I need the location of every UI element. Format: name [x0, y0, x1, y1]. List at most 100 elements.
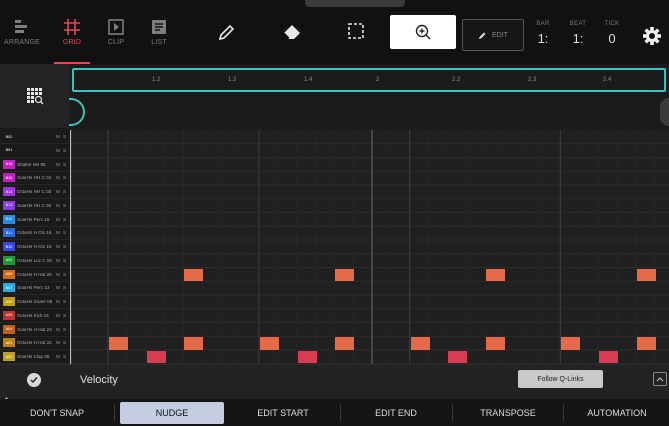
select-tool-button[interactable]: [341, 16, 371, 46]
tab-arrange[interactable]: ARRANGE: [0, 14, 44, 62]
track-row[interactable]: B15 SoarHs HH C 04 M S: [0, 171, 70, 186]
track-row[interactable]: B16 Shaker Mn 86 M S: [0, 158, 70, 172]
mute-toggle[interactable]: M: [56, 217, 61, 222]
note-event[interactable]: [410, 337, 430, 350]
track-row[interactable]: B14 OctaHs HH C 03 M S: [0, 185, 70, 199]
mute-toggle[interactable]: M: [56, 327, 61, 332]
lane-select-icon[interactable]: [27, 373, 41, 387]
track-row[interactable]: B11 OctaHs H Clo 16 M S: [0, 226, 70, 241]
track-name: OctaHs Loc C 06: [17, 257, 52, 263]
mute-toggle[interactable]: M: [56, 258, 61, 263]
solo-toggle[interactable]: S: [63, 299, 68, 304]
solo-toggle[interactable]: S: [63, 285, 68, 290]
mute-toggle[interactable]: M: [56, 285, 61, 290]
solo-toggle[interactable]: S: [63, 258, 68, 263]
nudge-button[interactable]: NUDGE: [120, 402, 224, 424]
mute-toggle[interactable]: M: [56, 162, 61, 167]
track-row[interactable]: B02 M S: [0, 130, 70, 144]
note-event[interactable]: [486, 337, 505, 350]
dont-snap-button[interactable]: DON'T SNAP: [6, 402, 108, 424]
solo-toggle[interactable]: S: [63, 189, 68, 194]
gear-icon[interactable]: [641, 25, 663, 47]
note-event[interactable]: [259, 337, 279, 350]
track-row[interactable]: A02 SoarHs Clap 08 M S: [0, 350, 70, 364]
loop-end-handle[interactable]: [660, 98, 669, 126]
pad-grid-button[interactable]: [0, 64, 70, 128]
solo-toggle[interactable]: S: [63, 340, 68, 345]
mute-toggle[interactable]: M: [56, 313, 61, 318]
note-event[interactable]: [335, 337, 355, 350]
solo-toggle[interactable]: S: [63, 244, 68, 249]
track-row[interactable]: B07 SoarHs Perc 13 M S: [0, 281, 70, 296]
track-row[interactable]: A09 OctaHs Loc C 06 M S: [0, 254, 70, 268]
edit-button[interactable]: EDIT: [462, 19, 524, 51]
zoom-tool-button[interactable]: [390, 15, 456, 49]
track-row[interactable]: A03 OctaHs H Hat 22 M S: [0, 336, 70, 351]
mute-toggle[interactable]: M: [56, 189, 61, 194]
mute-toggle[interactable]: M: [56, 175, 61, 180]
track-row[interactable]: B10 OctaHs H Clo 15 M S: [0, 240, 70, 254]
solo-toggle[interactable]: S: [63, 354, 68, 359]
track-row[interactable]: A04 SoarHs H Hat 23 M S: [0, 323, 70, 337]
automation-button[interactable]: AUTOMATION: [567, 402, 667, 424]
ruler-tick-label: 2: [376, 77, 380, 83]
top-pull-handle[interactable]: [305, 0, 405, 7]
mute-toggle[interactable]: M: [56, 272, 61, 277]
track-row[interactable]: A08 OctaHs H Hat 26 M S: [0, 268, 70, 282]
track-row[interactable]: A06 OctaHs Snare 08 M S: [0, 295, 70, 309]
note-event[interactable]: [636, 268, 656, 281]
track-name: Shaker Mn 86: [17, 161, 46, 167]
mute-toggle[interactable]: M: [56, 244, 61, 249]
eraser-tool-button[interactable]: [277, 16, 307, 46]
mute-toggle[interactable]: M: [56, 230, 61, 235]
solo-toggle[interactable]: S: [63, 272, 68, 277]
note-event[interactable]: [486, 268, 505, 281]
lane-expand-button[interactable]: [653, 372, 667, 386]
transpose-button[interactable]: TRANSPOSE: [456, 402, 560, 424]
tab-list[interactable]: LIST: [137, 14, 181, 62]
solo-toggle[interactable]: S: [63, 313, 68, 318]
mute-toggle[interactable]: M: [56, 299, 61, 304]
follow-q-links-button[interactable]: Follow Q-Links: [518, 370, 603, 388]
note-event[interactable]: [561, 337, 581, 350]
solo-toggle[interactable]: S: [63, 175, 68, 180]
track-row[interactable]: A05 OctaHs Kick 16 M S: [0, 309, 70, 323]
edit-start-button[interactable]: EDIT START: [230, 402, 336, 424]
note-event[interactable]: [636, 337, 656, 350]
solo-toggle[interactable]: S: [63, 327, 68, 332]
note-event[interactable]: [184, 268, 204, 281]
note-grid[interactable]: [70, 130, 669, 364]
pencil-tool-button[interactable]: [212, 16, 242, 46]
note-event[interactable]: [599, 351, 619, 364]
solo-toggle[interactable]: S: [63, 217, 68, 222]
track-pad-code: A04: [3, 324, 15, 334]
track-pad-code: B07: [3, 283, 15, 293]
tab-grid[interactable]: GRID: [50, 14, 94, 64]
solo-toggle[interactable]: S: [63, 230, 68, 235]
mute-toggle[interactable]: M: [56, 203, 61, 208]
bar-position[interactable]: BAR 1:: [529, 21, 557, 46]
note-event[interactable]: [335, 268, 355, 281]
track-row[interactable]: B01 M S: [0, 144, 70, 158]
solo-toggle[interactable]: S: [63, 203, 68, 208]
track-row[interactable]: B12 SoarHs Perc 15 M S: [0, 213, 70, 227]
solo-toggle[interactable]: S: [63, 148, 68, 153]
mute-toggle[interactable]: M: [56, 354, 61, 359]
solo-toggle[interactable]: S: [63, 162, 68, 167]
solo-toggle[interactable]: S: [63, 134, 68, 139]
edit-label: EDIT: [492, 31, 508, 39]
mute-toggle[interactable]: M: [56, 148, 61, 153]
tab-clip[interactable]: CLIP: [94, 14, 138, 62]
edit-end-button[interactable]: EDIT END: [344, 402, 448, 424]
mute-toggle[interactable]: M: [56, 340, 61, 345]
mute-toggle[interactable]: M: [56, 134, 61, 139]
note-event[interactable]: [297, 351, 317, 364]
note-event[interactable]: [109, 337, 128, 350]
loop-range[interactable]: [72, 68, 666, 92]
tick-position[interactable]: TICK 0: [598, 21, 626, 46]
track-row[interactable]: B13 SoarHs HH C 02 M S: [0, 199, 70, 213]
beat-position[interactable]: BEAT 1:: [564, 21, 592, 46]
note-event[interactable]: [448, 351, 468, 364]
note-event[interactable]: [146, 351, 166, 364]
note-event[interactable]: [184, 337, 204, 350]
